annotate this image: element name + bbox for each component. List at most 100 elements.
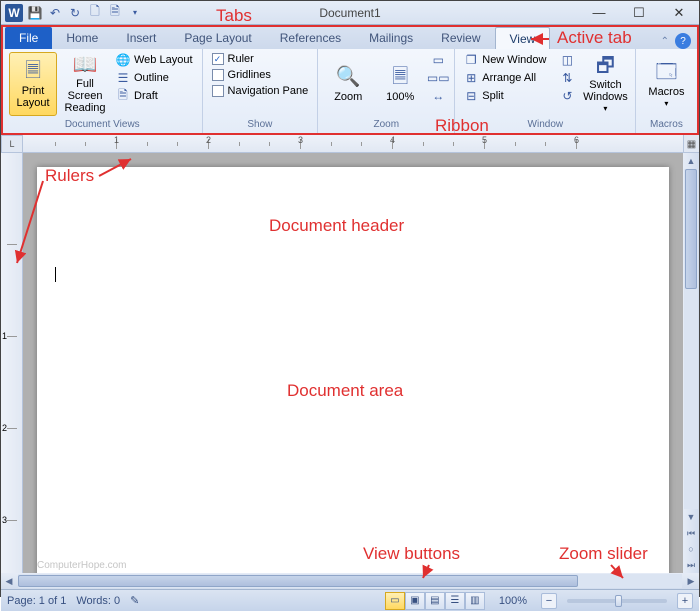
ruler-toggle-icon[interactable]: ▦ — [683, 135, 699, 153]
width-icon: ↔ — [431, 89, 445, 103]
full-screen-view-button[interactable]: ▣ — [405, 592, 425, 610]
watermark: ComputerHope.com — [37, 560, 126, 571]
undo-icon[interactable]: ↶ — [47, 5, 63, 21]
qat-icon[interactable]: 🗎 — [107, 5, 123, 21]
outline-icon: ☰ — [116, 71, 130, 85]
prev-page-icon[interactable]: ⏮ — [683, 525, 699, 541]
scroll-down-icon[interactable]: ▼ — [683, 509, 699, 525]
maximize-button[interactable]: ☐ — [619, 2, 659, 24]
tab-insert[interactable]: Insert — [112, 27, 170, 49]
zoom-slider[interactable] — [567, 599, 667, 603]
window-icon: ❐ — [464, 53, 478, 67]
group-label: Macros — [642, 117, 690, 133]
status-bar: Page: 1 of 1 Words: 0 ✎ ▭ ▣ ▤ ☰ ▥ 100% −… — [1, 589, 699, 611]
navigation-pane-checkbox[interactable]: Navigation Pane — [209, 84, 312, 98]
zoom-100-button[interactable]: 🗏 100% — [376, 52, 424, 116]
draft-view-button[interactable]: ▥ — [465, 592, 485, 610]
sync-icon: ⇅ — [560, 71, 574, 85]
arrange-all-button[interactable]: ⊞Arrange All — [461, 70, 549, 86]
tab-review[interactable]: Review — [427, 27, 494, 49]
tab-file[interactable]: File — [5, 27, 52, 49]
print-layout-button[interactable]: 🗏 Print Layout — [9, 52, 57, 116]
full-screen-reading-button[interactable]: 📖 Full Screen Reading — [61, 52, 109, 116]
tab-home[interactable]: Home — [52, 27, 112, 49]
save-icon[interactable]: 💾 — [27, 5, 43, 21]
scroll-track[interactable] — [684, 169, 698, 509]
globe-icon: 🌐 — [116, 53, 130, 67]
page-icon: ▭ — [431, 53, 445, 67]
new-window-button[interactable]: ❐New Window — [461, 52, 549, 68]
horizontal-scrollbar[interactable]: ◀ ▶ — [1, 573, 699, 589]
split-button[interactable]: ⊟Split — [461, 88, 549, 104]
window-controls: — ☐ ✕ — [579, 2, 699, 24]
minimize-button[interactable]: — — [579, 2, 619, 24]
vertical-scrollbar[interactable]: ▲ ▼ ⏮ ○ ⏭ — [683, 153, 699, 573]
outline-view-button[interactable]: ☰ — [445, 592, 465, 610]
reset-window-button[interactable]: ↺ — [557, 88, 577, 104]
page-icon: 🗏 — [19, 59, 47, 83]
title-bar: W 💾 ↶ ↻ 🗋 🗎 ▾ Document1 — ☐ ✕ — [1, 1, 699, 25]
tab-mailings[interactable]: Mailings — [355, 27, 427, 49]
macros-button[interactable]: 🗔 Macros▾ — [642, 52, 690, 116]
scroll-thumb[interactable] — [685, 169, 697, 289]
app-icon[interactable]: W — [5, 4, 23, 22]
next-page-icon[interactable]: ⏭ — [683, 557, 699, 573]
group-label: Show — [209, 117, 312, 133]
word-count[interactable]: Words: 0 — [76, 595, 120, 607]
vertical-ruler[interactable]: 1 2 3 — [1, 153, 23, 573]
page-status[interactable]: Page: 1 of 1 — [7, 595, 66, 607]
ribbon-tabs: File Home Insert Page Layout References … — [1, 25, 699, 49]
horizontal-ruler[interactable]: L 1 2 3 4 5 6 ▦ — [1, 135, 699, 153]
group-label: Document Views — [9, 117, 196, 133]
draft-button[interactable]: 🗎Draft — [113, 88, 196, 104]
two-pages-button[interactable]: ▭▭ — [428, 70, 448, 86]
zoom-button[interactable]: 🔍 Zoom — [324, 52, 372, 116]
zoom-in-button[interactable]: + — [677, 593, 693, 609]
scroll-thumb[interactable] — [18, 575, 578, 587]
minimize-ribbon-icon[interactable]: ⌃ — [661, 36, 669, 47]
qat-more-icon[interactable]: ▾ — [127, 5, 143, 21]
quick-access-toolbar: W 💾 ↶ ↻ 🗋 🗎 ▾ — [1, 4, 143, 22]
close-button[interactable]: ✕ — [659, 2, 699, 24]
tab-view[interactable]: View — [495, 27, 551, 49]
proofing-icon[interactable]: ✎ — [130, 594, 139, 607]
document-area[interactable]: ComputerHope.com — [23, 153, 683, 573]
view-side-by-side-button[interactable]: ◫ — [557, 52, 577, 68]
zoom-slider-thumb[interactable] — [615, 595, 622, 607]
help-icon[interactable]: ? — [675, 33, 691, 49]
group-document-views: 🗏 Print Layout 📖 Full Screen Reading 🌐We… — [3, 49, 203, 133]
split-icon: ⊟ — [464, 89, 478, 103]
zoom-out-button[interactable]: − — [541, 593, 557, 609]
tab-page-layout[interactable]: Page Layout — [170, 27, 265, 49]
web-layout-button[interactable]: 🌐Web Layout — [113, 52, 196, 68]
switch-windows-button[interactable]: 🗗 Switch Windows▾ — [581, 52, 629, 116]
print-layout-view-button[interactable]: ▭ — [385, 592, 405, 610]
scroll-up-icon[interactable]: ▲ — [683, 153, 699, 169]
tab-references[interactable]: References — [266, 27, 355, 49]
one-page-button[interactable]: ▭ — [428, 52, 448, 68]
outline-button[interactable]: ☰Outline — [113, 70, 196, 86]
ruler-checkbox[interactable]: ✓Ruler — [209, 52, 312, 66]
draft-icon: 🗎 — [116, 89, 130, 103]
group-show: ✓Ruler Gridlines Navigation Pane Show — [203, 49, 319, 133]
page[interactable] — [37, 167, 669, 573]
checkbox-icon — [212, 85, 224, 97]
checkbox-icon: ✓ — [212, 53, 224, 65]
windows-icon: 🗗 — [591, 54, 619, 77]
qat-icon[interactable]: 🗋 — [87, 5, 103, 21]
scroll-track[interactable] — [18, 574, 682, 588]
sync-scroll-button[interactable]: ⇅ — [557, 70, 577, 86]
macros-icon: 🗔 — [652, 60, 680, 84]
zoom-percent[interactable]: 100% — [495, 595, 531, 607]
scroll-right-icon[interactable]: ▶ — [683, 573, 699, 589]
page-width-button[interactable]: ↔ — [428, 88, 448, 104]
gridlines-checkbox[interactable]: Gridlines — [209, 68, 312, 82]
browse-object-icon[interactable]: ○ — [683, 541, 699, 557]
tab-stop-selector[interactable]: L — [1, 135, 23, 153]
scroll-left-icon[interactable]: ◀ — [1, 573, 17, 589]
two-page-icon: ▭▭ — [431, 71, 445, 85]
redo-icon[interactable]: ↻ — [67, 5, 83, 21]
page-icon: 🗏 — [386, 65, 414, 89]
web-layout-view-button[interactable]: ▤ — [425, 592, 445, 610]
magnifier-icon: 🔍 — [334, 65, 362, 89]
